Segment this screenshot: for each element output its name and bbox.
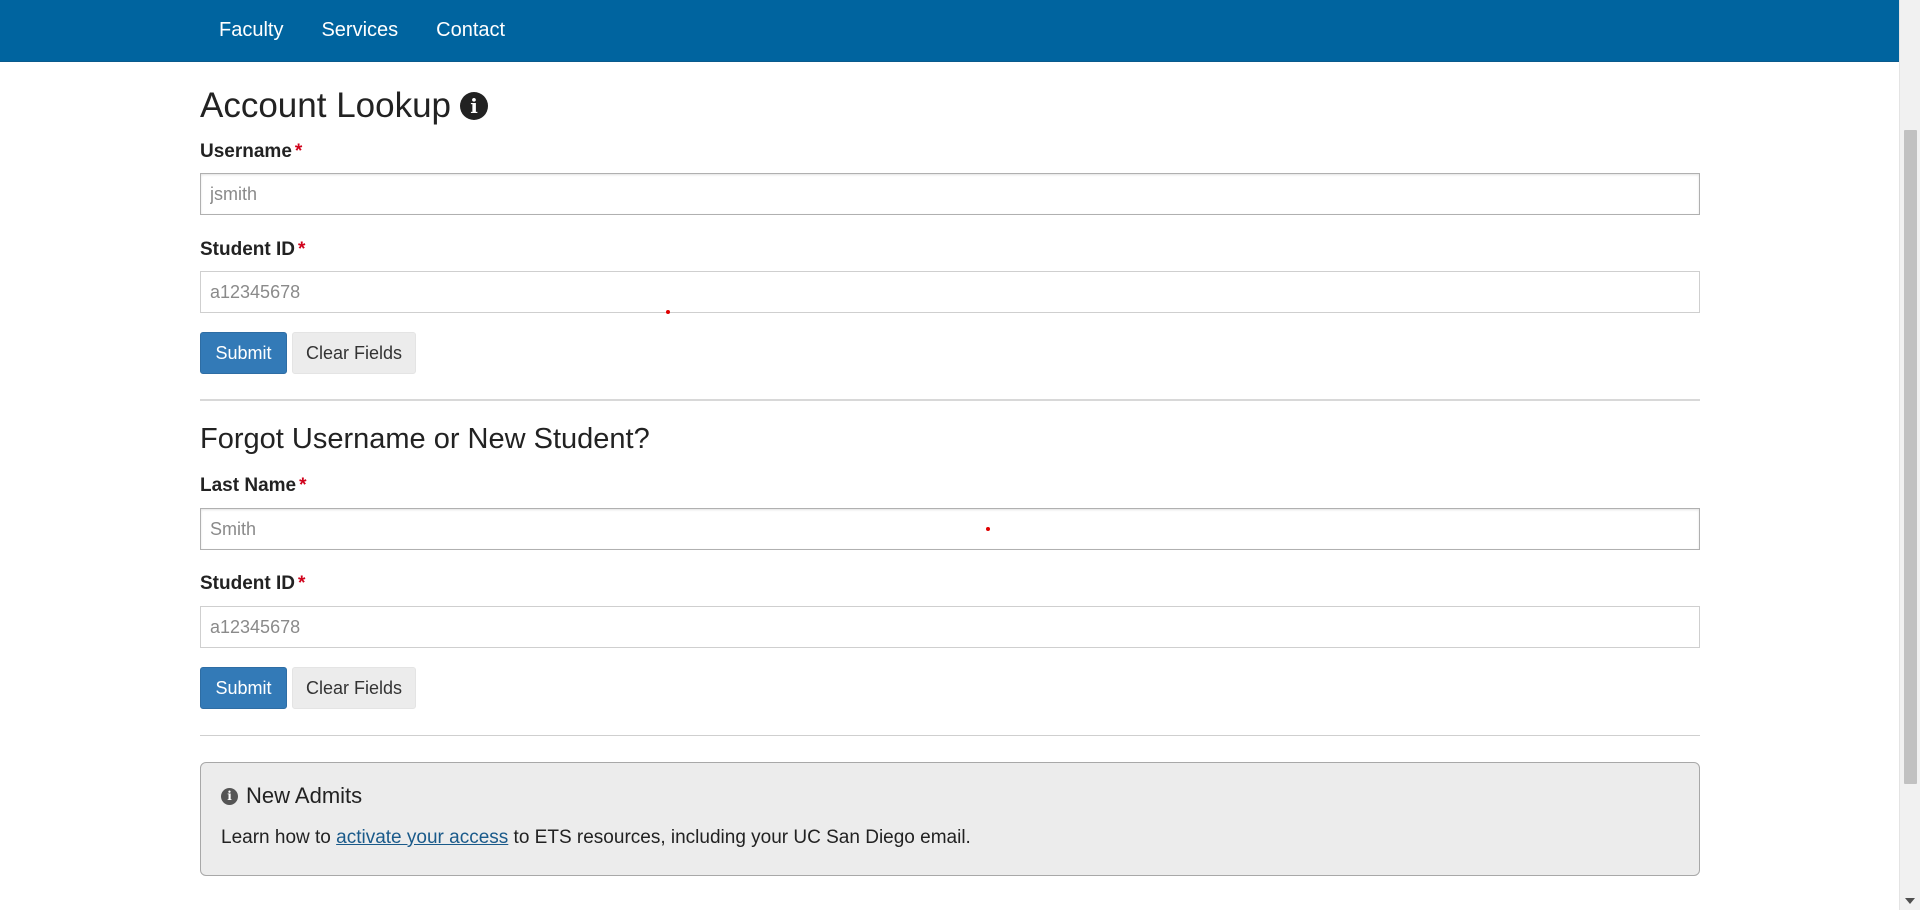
submit-button-2[interactable]: Submit	[200, 667, 287, 709]
info-icon: i	[221, 787, 238, 805]
marker-dot	[666, 310, 670, 314]
clear-fields-button-2[interactable]: Clear Fields	[292, 667, 416, 709]
nav-faculty-link[interactable]: Faculty	[200, 19, 302, 42]
username-label: Username *	[200, 141, 302, 163]
activate-access-link[interactable]: activate your access	[336, 827, 508, 848]
new-admits-text-after: to ETS resources, including your UC San …	[508, 827, 971, 848]
section-divider	[200, 399, 1700, 401]
clear-fields-button[interactable]: Clear Fields	[292, 332, 416, 374]
username-input[interactable]	[200, 173, 1700, 215]
scrollbar-thumb[interactable]	[1904, 130, 1917, 784]
new-admits-title: i New Admits	[221, 783, 362, 809]
section-divider-2	[200, 735, 1700, 736]
nav-contact-link[interactable]: Contact	[417, 19, 524, 42]
new-admits-title-text: New Admits	[246, 783, 363, 808]
student-id-label-text: Student ID	[200, 573, 295, 594]
info-icon[interactable]: i	[460, 92, 489, 120]
vertical-scrollbar[interactable]	[1899, 0, 1920, 910]
required-marker: *	[298, 239, 306, 260]
new-admits-text-before: Learn how to	[221, 827, 337, 848]
submit-button[interactable]: Submit	[200, 332, 287, 374]
marker-dot	[986, 527, 990, 531]
last-name-input[interactable]	[200, 508, 1700, 550]
scroll-down-arrow-icon[interactable]	[1905, 898, 1915, 904]
new-admits-text: Learn how to activate your access to ETS…	[221, 827, 971, 849]
new-admits-alert: i New Admits Learn how to activate your …	[200, 762, 1700, 876]
account-lookup-title: Account Lookup	[200, 86, 452, 125]
account-lookup-heading: Account Lookup i	[200, 85, 489, 127]
nav-services-link[interactable]: Services	[302, 19, 417, 42]
student-id-label: Student ID *	[200, 239, 305, 261]
last-name-label: Last Name *	[200, 475, 307, 497]
student-id-label-text: Student ID	[200, 239, 295, 260]
student-id-input-2[interactable]	[200, 606, 1700, 648]
required-marker: *	[299, 475, 307, 496]
top-navbar: Faculty Services Contact	[0, 0, 1899, 62]
student-id-input[interactable]	[200, 271, 1700, 313]
username-label-text: Username	[200, 141, 292, 162]
student-id-label-2: Student ID *	[200, 573, 305, 595]
required-marker: *	[294, 141, 303, 162]
required-marker: *	[298, 573, 306, 594]
nav-links: Faculty Services Contact	[200, 0, 524, 61]
last-name-label-text: Last Name	[200, 475, 297, 496]
forgot-username-heading: Forgot Username or New Student?	[200, 423, 650, 455]
